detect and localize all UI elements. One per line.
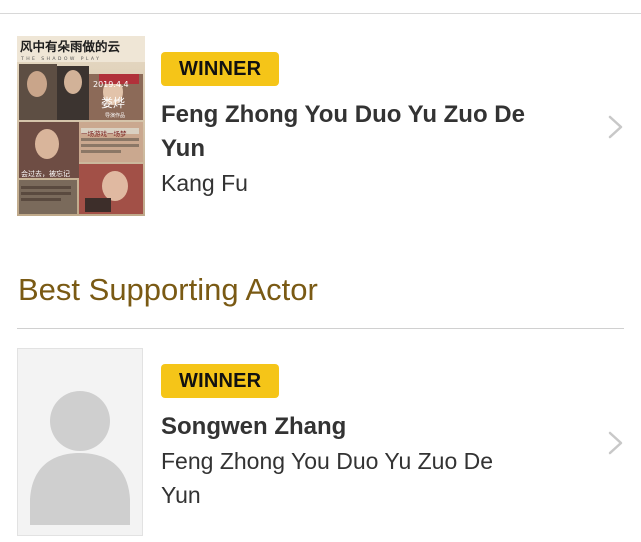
award-row-actor[interactable]: WINNER Songwen Zhang Feng Zhong You Duo … xyxy=(0,348,641,538)
poster-subtitle-text: THE SHADOW PLAY xyxy=(20,56,101,62)
poster-date-text: 2019.4.4 xyxy=(93,80,129,89)
award-info-actor: WINNER Songwen Zhang Feng Zhong You Duo … xyxy=(161,364,581,512)
top-divider xyxy=(0,13,641,14)
awards-page: 风中有朵雨做的云 THE SHADOW PLAY 2019.4.4 娄烨 导演作… xyxy=(0,0,641,542)
award-row-film[interactable]: 风中有朵雨做的云 THE SHADOW PLAY 2019.4.4 娄烨 导演作… xyxy=(0,36,641,226)
chevron-right-icon[interactable] xyxy=(607,114,625,140)
person-placeholder-icon[interactable] xyxy=(17,348,143,536)
poster-tagline-2: 会过去，被忘记 xyxy=(21,169,70,178)
poster-director-text: 娄烨 xyxy=(101,95,125,110)
poster-art: 风中有朵雨做的云 THE SHADOW PLAY 2019.4.4 娄烨 导演作… xyxy=(17,36,145,216)
award-film-title: Feng Zhong You Duo Yu Zuo De Yun xyxy=(161,444,581,512)
award-title-line-2: Yun xyxy=(161,135,206,162)
award-film-line-2: Yun xyxy=(161,482,201,508)
award-subtitle: Kang Fu xyxy=(161,170,248,196)
winner-badge: WINNER xyxy=(161,52,280,86)
award-film-line-1: Feng Zhong You Duo Yu Zuo De xyxy=(161,448,494,474)
chevron-right-icon[interactable] xyxy=(607,430,625,456)
poster-director-note: 导演作品 xyxy=(105,112,125,119)
award-info-film: WINNER Feng Zhong You Duo Yu Zuo De Yun … xyxy=(161,52,581,200)
winner-badge: WINNER xyxy=(161,364,280,398)
award-title-line-1: Feng Zhong You Duo Yu Zuo De xyxy=(161,101,525,128)
avatar-silhouette xyxy=(18,349,142,535)
section-heading-best-supporting-actor: Best Supporting Actor xyxy=(18,272,318,307)
poster-tagline: 一场游戏一场梦 xyxy=(81,129,127,138)
section-divider xyxy=(17,328,624,329)
poster-title-text: 风中有朵雨做的云 xyxy=(20,39,121,54)
award-person-name[interactable]: Songwen Zhang xyxy=(161,410,581,444)
award-title[interactable]: Feng Zhong You Duo Yu Zuo De Yun xyxy=(161,98,581,166)
movie-poster-image[interactable]: 风中有朵雨做的云 THE SHADOW PLAY 2019.4.4 娄烨 导演作… xyxy=(17,36,145,216)
